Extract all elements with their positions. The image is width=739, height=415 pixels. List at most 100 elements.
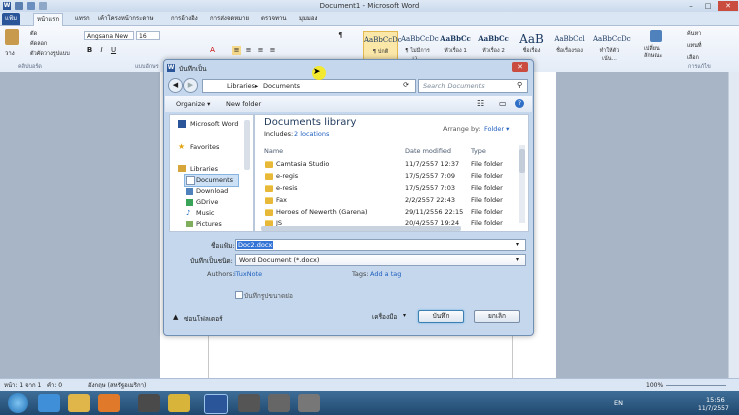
tools-dropdown-arrow[interactable]: ▾	[403, 312, 406, 319]
vertical-scrollbar[interactable]	[728, 72, 739, 378]
clock-date[interactable]: 11/7/2557	[698, 405, 729, 412]
tab-review[interactable]: ตรวจทาน	[258, 13, 289, 25]
change-styles-icon[interactable]	[650, 30, 662, 42]
search-box[interactable]: Search Documents ⚲	[418, 79, 528, 93]
file-list-scrollbar[interactable]	[519, 145, 525, 223]
dialog-close-button[interactable]: ✕	[512, 62, 528, 72]
save-type-select[interactable]: Word Document (*.docx) ▾	[235, 254, 526, 266]
tab-file[interactable]: แฟ้ม	[2, 13, 21, 25]
font-size-select[interactable]: 16	[136, 31, 160, 40]
align-left-icon[interactable]: ≡	[232, 46, 241, 55]
align-center-icon[interactable]: ≡	[244, 46, 253, 55]
collapse-arrow-icon[interactable]: ▲	[173, 313, 178, 321]
font-name-select[interactable]: Angsana New	[84, 31, 134, 40]
nav-pictures[interactable]: Pictures	[196, 220, 222, 228]
filename-dropdown-arrow[interactable]: ▾	[516, 241, 519, 248]
nav-music[interactable]: Music	[196, 209, 215, 217]
thumbnail-checkbox[interactable]	[235, 291, 243, 299]
zoom-slider[interactable]	[666, 385, 726, 386]
horizontal-scrollbar[interactable]	[261, 226, 461, 231]
refresh-button[interactable]: ⟳	[399, 79, 413, 91]
view-options-icon[interactable]: ☷	[477, 99, 484, 108]
column-header-name[interactable]: Name	[264, 147, 283, 155]
arrange-by-dropdown[interactable]: Folder ▾	[484, 125, 509, 133]
tab-page-layout[interactable]: เค้าโครงหน้ากระดาษ	[95, 13, 157, 25]
column-header-date[interactable]: Date modified	[405, 147, 451, 155]
breadcrumb-libraries[interactable]: Libraries	[227, 82, 255, 90]
table-row[interactable]: e-resis 17/5/2557 7:03 File folder	[255, 183, 517, 194]
cancel-button[interactable]: ยกเลิก	[474, 310, 520, 323]
style-heading-2[interactable]: AaBbCc หัวเรื่อง 2	[477, 31, 510, 61]
forward-button[interactable]: ▶	[183, 78, 198, 93]
media-player-icon[interactable]	[98, 394, 120, 412]
change-styles-button[interactable]: เปลี่ยน ลักษณะ	[644, 46, 662, 60]
bold-icon[interactable]: B	[85, 46, 94, 55]
table-row[interactable]: e-regis 17/5/2557 7:09 File folder	[255, 171, 517, 182]
nav-documents[interactable]: Documents	[196, 176, 233, 184]
minimize-button[interactable]: –	[683, 1, 699, 11]
organize-button[interactable]: Organize ▾	[176, 100, 210, 108]
clock-time[interactable]: 15:56	[706, 396, 725, 404]
back-button[interactable]: ◀	[168, 78, 183, 93]
nav-favorites[interactable]: Favorites	[190, 143, 219, 151]
word-taskbar-icon[interactable]	[204, 394, 228, 414]
cut-button[interactable]: ตัด	[30, 30, 37, 38]
close-button[interactable]: ✕	[718, 1, 738, 11]
align-right-icon[interactable]: ≡	[256, 46, 265, 55]
font-color-icon[interactable]: A	[208, 46, 217, 55]
app-icon[interactable]	[298, 394, 320, 412]
column-header-type[interactable]: Type	[471, 147, 486, 155]
nav-gdrive[interactable]: GDrive	[196, 198, 218, 206]
copy-button[interactable]: คัดลอก	[30, 40, 47, 48]
nav-microsoft-word[interactable]: Microsoft Word	[190, 120, 238, 128]
ie-icon[interactable]	[38, 394, 60, 412]
help-icon[interactable]: ?	[515, 99, 524, 108]
filename-input[interactable]: Doc2.docx ▾	[235, 239, 526, 251]
address-bar[interactable]: Libraries ▸ Documents	[202, 79, 416, 93]
tab-insert[interactable]: แทรก	[72, 13, 93, 25]
replace-button[interactable]: แทนที่	[687, 42, 702, 50]
nav-download[interactable]: Download	[196, 187, 228, 195]
tab-references[interactable]: การอ้างอิง	[168, 13, 201, 25]
tab-home[interactable]: หน้าแรก	[33, 13, 64, 26]
pilcrow-icon[interactable]: ¶	[336, 31, 345, 40]
table-row[interactable]: Camtasia Studio 11/7/2557 12:37 File fol…	[255, 159, 517, 170]
paste-icon[interactable]	[5, 29, 19, 45]
language-indicator[interactable]: EN	[614, 399, 623, 407]
style-subtitle[interactable]: AaBbCcl ชื่อเรื่องรอง	[553, 31, 586, 61]
nav-scrollbar[interactable]	[244, 120, 250, 170]
save-type-dropdown-arrow[interactable]: ▾	[516, 256, 519, 263]
underline-icon[interactable]: U	[109, 46, 118, 55]
preview-pane-icon[interactable]: ▭	[499, 99, 507, 108]
italic-icon[interactable]: I	[97, 46, 106, 55]
tab-mailings[interactable]: การส่งจดหมาย	[207, 13, 252, 25]
find-button[interactable]: ค้นหา	[687, 30, 701, 38]
maximize-button[interactable]: □	[700, 1, 716, 11]
style-emphasis[interactable]: AaBbCcDc ทำให้ตัวเน้น...	[593, 31, 631, 62]
table-row[interactable]: Fax 2/2/2557 22:43 File folder	[255, 195, 517, 206]
scrollbar-thumb[interactable]	[519, 149, 525, 173]
tools-button[interactable]: เครื่องมือ	[372, 312, 397, 322]
justify-icon[interactable]: ≡	[268, 46, 277, 55]
chrome-icon[interactable]	[168, 394, 190, 412]
nav-libraries[interactable]: Libraries	[190, 165, 218, 173]
start-button-icon[interactable]	[8, 393, 28, 413]
app-icon[interactable]	[268, 394, 290, 412]
hide-folders-button[interactable]: ซ่อนโฟลเดอร์	[184, 314, 223, 324]
includes-locations-link[interactable]: 2 locations	[294, 130, 329, 138]
table-row[interactable]: Heroes of Newerth (Garena) 29/11/2556 22…	[255, 207, 517, 218]
save-button[interactable]: บันทึก	[418, 310, 464, 323]
style-title[interactable]: AaB ชื่อเรื่อง	[515, 31, 548, 61]
explorer-icon[interactable]	[68, 394, 90, 412]
format-painter-button[interactable]: ตัวคัดวางรูปแบบ	[30, 50, 70, 58]
select-button[interactable]: เลือก	[687, 54, 699, 62]
camtasia-icon[interactable]	[238, 394, 260, 412]
tags-value[interactable]: Add a tag	[370, 270, 401, 278]
tab-view[interactable]: มุมมอง	[296, 13, 320, 25]
breadcrumb-documents[interactable]: Documents	[263, 82, 300, 90]
style-heading-1[interactable]: AaBbCc หัวเรื่อง 1	[439, 31, 472, 61]
new-folder-button[interactable]: New folder	[226, 100, 261, 108]
paste-button[interactable]: วาง	[5, 48, 15, 58]
style-no-spacing[interactable]: AaBbCcDc ¶ ไม่มีการเว...	[401, 31, 439, 62]
authors-value[interactable]: iTuxNote	[234, 270, 262, 278]
